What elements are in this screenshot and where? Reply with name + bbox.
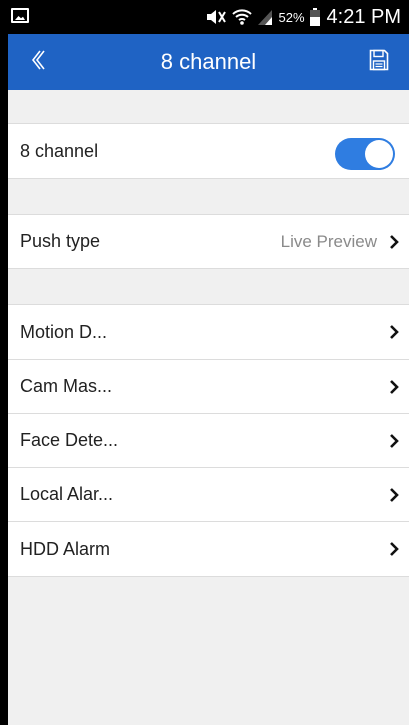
alarm-item-label: Face Dete... <box>20 430 119 450</box>
alarm-item-hdd-alarm[interactable]: HDD Alarm <box>8 521 409 577</box>
push-type-label: Push type <box>20 231 101 251</box>
floppy-disk-icon <box>369 49 389 76</box>
settings-list: 8 channel Push type Live Preview Motion … <box>8 90 409 725</box>
app-bar: 8 channel <box>8 34 409 90</box>
mute-icon <box>205 8 227 26</box>
alarm-item-label: HDD Alarm <box>20 538 111 559</box>
alarm-item-label: Local Alar... <box>20 484 114 504</box>
save-button[interactable] <box>349 34 409 90</box>
channel-toggle-switch[interactable] <box>335 138 395 170</box>
chevron-right-icon <box>389 305 399 359</box>
alarm-item-label: Cam Mas... <box>20 376 113 396</box>
alarm-item-face-detection[interactable]: Face Dete... <box>8 413 409 468</box>
chevron-right-icon <box>389 360 399 413</box>
wifi-icon <box>232 8 253 26</box>
clock: 4:21 PM <box>326 5 401 28</box>
channel-toggle-row: 8 channel <box>8 123 409 179</box>
channel-toggle-label: 8 channel <box>20 140 99 161</box>
status-icons: 52% 4:21 PM <box>205 0 401 34</box>
battery-percent: 52% <box>278 9 305 25</box>
push-type-value: Live Preview <box>280 231 377 251</box>
page-title: 8 channel <box>160 49 257 74</box>
alarm-item-local-alarm[interactable]: Local Alar... <box>8 467 409 522</box>
chevron-left-icon <box>30 49 46 76</box>
push-type-row[interactable]: Push type Live Preview <box>8 214 409 269</box>
alarm-item-cam-masking[interactable]: Cam Mas... <box>8 359 409 414</box>
status-bar: 52% 4:21 PM <box>0 0 409 34</box>
screen: 52% 4:21 PM 8 channel 8 channel Push typ… <box>0 0 409 725</box>
chevron-right-icon <box>389 468 399 521</box>
battery-icon <box>309 8 320 26</box>
toggle-knob <box>365 140 393 168</box>
alarm-item-label: Motion D... <box>20 321 108 342</box>
chevron-right-icon <box>389 215 399 268</box>
chevron-right-icon <box>389 414 399 467</box>
back-button[interactable] <box>8 34 68 90</box>
alarm-item-motion-detection[interactable]: Motion D... <box>8 304 409 360</box>
gallery-notification-icon <box>11 8 29 23</box>
chevron-right-icon <box>389 522 399 576</box>
signal-icon <box>257 8 273 26</box>
